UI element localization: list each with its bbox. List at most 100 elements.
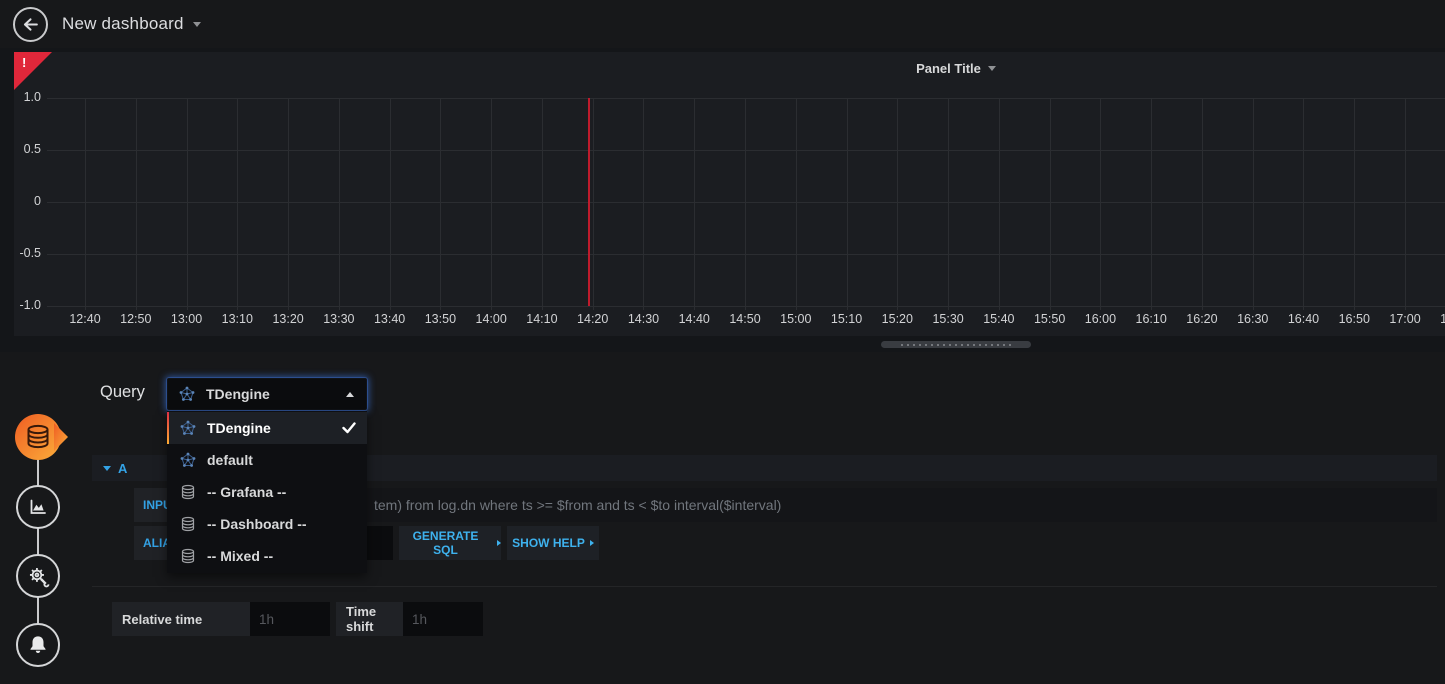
grid-line-h xyxy=(47,306,1445,307)
sidebar-item-alert[interactable] xyxy=(16,623,60,667)
relative-time-input[interactable] xyxy=(250,602,330,636)
database-icon xyxy=(180,548,197,564)
panel-header[interactable]: Panel Title xyxy=(14,54,1445,82)
chart-icon xyxy=(26,495,50,519)
arrow-left-icon xyxy=(21,15,40,34)
x-tick-label: 14:40 xyxy=(672,312,716,326)
caret-right-icon xyxy=(590,540,594,546)
x-tick-label: 14:10 xyxy=(520,312,564,326)
plugin-icon xyxy=(179,386,195,402)
x-tick-label: 13:50 xyxy=(418,312,462,326)
grid-line-h xyxy=(47,150,1445,151)
generate-sql-button[interactable]: GENERATE SQL xyxy=(399,526,501,560)
x-tick-label: 14:00 xyxy=(469,312,513,326)
y-tick-label: -0.5 xyxy=(16,246,41,260)
sql-input[interactable]: tem) from log.dn where ts >= $from and t… xyxy=(227,488,1437,522)
time-shift-input[interactable] xyxy=(403,602,483,636)
x-tick-label: 15:20 xyxy=(875,312,919,326)
datasource-option[interactable]: default xyxy=(167,444,367,476)
grid-line-v xyxy=(542,98,543,310)
x-tick-label: 16:00 xyxy=(1078,312,1122,326)
chevron-down-icon xyxy=(193,22,201,27)
section-divider xyxy=(92,586,1437,587)
grid-line-v xyxy=(1354,98,1355,310)
grid-line-v xyxy=(897,98,898,310)
graph-panel: Panel Title ! 1.00.50-0.5-1.012:4012:501… xyxy=(14,52,1445,336)
bell-icon xyxy=(26,633,50,657)
x-tick-label: 15:00 xyxy=(774,312,818,326)
x-tick-label: 12:50 xyxy=(114,312,158,326)
grid-line-v xyxy=(796,98,797,310)
x-tick-label: 14:30 xyxy=(621,312,665,326)
datasource-option[interactable]: -- Dashboard -- xyxy=(167,508,367,540)
generate-sql-label: GENERATE SQL xyxy=(399,529,492,557)
x-tick-label: 12:40 xyxy=(63,312,107,326)
grid-line-h xyxy=(47,202,1445,203)
dashboard-title-dropdown[interactable]: New dashboard xyxy=(62,0,201,48)
x-tick-label: 16:50 xyxy=(1332,312,1376,326)
page-title: New dashboard xyxy=(62,14,184,34)
grid-line-v xyxy=(1405,98,1406,310)
plugin-icon xyxy=(180,452,197,468)
error-exclamation-icon: ! xyxy=(22,55,26,70)
datasource-menu: TDengine default -- Grafana -- -- Dashboard… xyxy=(167,411,367,573)
y-tick-label: 1.0 xyxy=(16,90,41,104)
caret-right-icon xyxy=(497,540,501,546)
plugin-icon xyxy=(180,420,197,436)
grid-line-v xyxy=(187,98,188,310)
datasource-select[interactable]: TDengine xyxy=(167,378,367,410)
datasource-option[interactable]: -- Mixed -- xyxy=(167,540,367,572)
x-tick-label: 17:10 xyxy=(1434,312,1445,326)
query-ref-id: A xyxy=(118,461,127,476)
datasource-option-label: TDengine xyxy=(207,420,342,436)
grid-line-v xyxy=(1100,98,1101,310)
x-tick-label: 15:10 xyxy=(825,312,869,326)
panel-menu-caret-icon xyxy=(988,66,996,71)
sidebar-item-queries[interactable] xyxy=(12,412,68,462)
back-button[interactable] xyxy=(13,7,48,42)
plot-area: 1.00.50-0.5-1.012:4012:5013:0013:1013:20… xyxy=(47,98,1445,306)
grid-line-v xyxy=(288,98,289,310)
datasource-option-label: default xyxy=(207,452,367,468)
grid-line-v xyxy=(643,98,644,310)
datasource-option-label: -- Mixed -- xyxy=(207,548,367,564)
panel-resize-handle[interactable] xyxy=(881,341,1031,348)
grid-line-v xyxy=(339,98,340,310)
database-icon xyxy=(180,516,197,532)
y-tick-label: -1.0 xyxy=(16,298,41,312)
time-shift-label: Time shift xyxy=(336,602,403,636)
datasource-option[interactable]: TDengine xyxy=(167,412,367,444)
collapse-caret-icon xyxy=(103,466,111,471)
x-tick-label: 16:20 xyxy=(1180,312,1224,326)
grid-line-v xyxy=(847,98,848,310)
x-tick-label: 16:10 xyxy=(1129,312,1173,326)
x-tick-label: 14:20 xyxy=(571,312,615,326)
datasource-option[interactable]: -- Grafana -- xyxy=(167,476,367,508)
grid-line-h xyxy=(47,254,1445,255)
y-tick-label: 0.5 xyxy=(16,142,41,156)
grid-line-v xyxy=(1050,98,1051,310)
x-tick-label: 15:50 xyxy=(1028,312,1072,326)
panel-title: Panel Title xyxy=(916,61,981,76)
x-tick-label: 15:40 xyxy=(977,312,1021,326)
sidebar-item-general[interactable] xyxy=(16,554,60,598)
grid-line-v xyxy=(1151,98,1152,310)
check-icon xyxy=(342,422,356,434)
show-help-button[interactable]: SHOW HELP xyxy=(507,526,599,560)
query-label: Query xyxy=(100,383,145,402)
time-options-row: Relative time Time shift xyxy=(112,602,483,636)
grid-line-v xyxy=(948,98,949,310)
annotation-vline xyxy=(588,98,590,306)
datasource-option-label: -- Dashboard -- xyxy=(207,516,367,532)
database-icon xyxy=(12,412,68,462)
grid-line-v xyxy=(593,98,594,310)
x-tick-label: 16:30 xyxy=(1231,312,1275,326)
grid-line-v xyxy=(745,98,746,310)
sidebar-item-visualization[interactable] xyxy=(16,485,60,529)
grid-line-v xyxy=(237,98,238,310)
x-tick-label: 17:00 xyxy=(1383,312,1427,326)
panel-editor: Query TDengine TDengine default -- Grafana… xyxy=(0,352,1445,684)
grid-line-v xyxy=(694,98,695,310)
panel-error-corner[interactable] xyxy=(14,52,52,90)
x-tick-label: 16:40 xyxy=(1281,312,1325,326)
